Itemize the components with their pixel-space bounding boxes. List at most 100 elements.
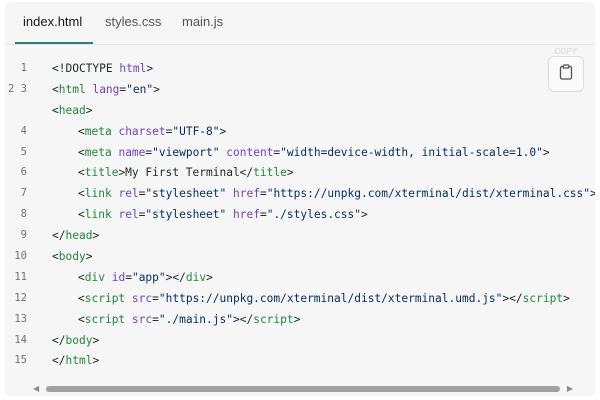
code-token: > <box>92 229 100 243</box>
scroll-right-icon[interactable]: ▶ <box>567 384 573 393</box>
code-token: html <box>119 62 147 75</box>
code-token: > <box>146 62 154 75</box>
line-number: 12 <box>14 291 27 304</box>
code-token: < <box>78 208 85 222</box>
line-number: 4 <box>20 124 27 137</box>
code-token: href <box>233 208 260 222</box>
scroll-left-icon[interactable]: ◀ <box>33 384 39 393</box>
code-token: link <box>84 187 112 201</box>
code-token: >My First Terminal</ <box>118 166 254 180</box>
code-token: > <box>563 291 570 305</box>
code-token: < <box>78 312 85 326</box>
code-token: content <box>226 145 274 159</box>
code-token: > <box>219 124 227 138</box>
code-token: = <box>259 187 267 201</box>
code-line: 1 <!DOCTYPE html> <box>5 60 595 81</box>
code-line: <head> <box>5 102 595 123</box>
code-token: script <box>253 312 294 326</box>
code-token: meta <box>84 145 112 159</box>
code-token: < <box>78 124 85 138</box>
code-token: "en" <box>126 82 154 96</box>
code-token: script <box>522 291 564 305</box>
code-token: title <box>84 166 119 180</box>
code-text: </html> <box>52 354 99 367</box>
code-text: <link rel="stylesheet" href="./styles.cs… <box>78 208 368 221</box>
code-token: </ <box>52 333 66 347</box>
code-line: 5 <meta name="viewport" content="width=de… <box>5 144 595 165</box>
code-token: src <box>131 291 153 305</box>
code-token: = <box>259 208 267 222</box>
code-token: "./styles.css" <box>266 208 361 222</box>
code-token: > <box>85 250 93 264</box>
code-token: > <box>590 187 595 201</box>
code-token: "width=device-width, initial-scale=1.0" <box>280 145 543 159</box>
code-text: </head> <box>52 229 99 242</box>
code-token: link <box>84 208 112 222</box>
code-text: <script src="./main.js"></script> <box>78 313 300 326</box>
code-token: > <box>92 354 100 368</box>
code-token: src <box>131 312 153 326</box>
code-token: <!DOCTYPE <box>52 62 120 75</box>
code-token: > <box>293 312 301 326</box>
code-token: "app" <box>131 270 166 284</box>
code-token: head <box>58 103 86 117</box>
code-token: div <box>185 270 207 284</box>
code-line: 6 <title>My First Terminal</title> <box>5 164 595 185</box>
code-token: id <box>111 270 126 284</box>
tab-styles-css[interactable]: styles.css <box>105 14 161 29</box>
code-text: </body> <box>52 334 99 347</box>
code-text: <div id="app"></div> <box>78 271 213 284</box>
line-number: 14 <box>14 333 27 346</box>
code-token: > <box>92 333 100 347</box>
code-token: < <box>78 145 85 159</box>
code-line: 9 </head> <box>5 227 595 248</box>
code-line: 7 <link rel="stylesheet" href="https://un… <box>5 185 595 206</box>
code-token: html <box>65 354 93 368</box>
code-text: <!DOCTYPE html> <box>52 62 153 75</box>
line-number: 10 <box>14 250 27 263</box>
tab-index-html[interactable]: index.html <box>23 14 82 29</box>
code-text: <script src="https://unpkg.com/xterminal… <box>78 292 570 305</box>
code-panel: index.html styles.css main.js COPY 1 <!DO… <box>5 2 595 396</box>
line-number: 5 <box>20 145 27 158</box>
code-token: "viewport" <box>152 145 220 159</box>
code-token: > <box>286 166 294 180</box>
code-token: < <box>78 187 85 201</box>
code-token: body <box>65 333 93 347</box>
active-tab-indicator <box>15 42 93 44</box>
code-token: > <box>361 208 368 222</box>
code-token: "https://unpkg.com/xterminal/dist/xtermi… <box>266 187 591 201</box>
code-token: div <box>84 270 105 284</box>
line-number: 2 3 <box>8 82 27 95</box>
code-token: > <box>206 270 213 284</box>
code-token: = <box>152 312 159 326</box>
code-line: 8 <link rel="stylesheet" href="./styles.c… <box>5 206 595 227</box>
code-token: "https://unpkg.com/xterminal/dist/xtermi… <box>158 291 503 305</box>
tab-main-js[interactable]: main.js <box>182 14 223 29</box>
line-number: 1 <box>20 62 27 74</box>
code-token: "UTF-8" <box>172 124 220 138</box>
code-token: title <box>253 166 287 180</box>
code-token: "stylesheet" <box>145 187 227 201</box>
code-line: 14 </body> <box>5 332 595 353</box>
code-block: 1 <!DOCTYPE html> 2 3 <html lang="en"> <head… <box>5 60 595 373</box>
code-token: "stylesheet" <box>145 208 227 222</box>
code-line: 12 <script src="https://unpkg.com/xtermin… <box>5 290 595 311</box>
line-number: 8 <box>20 208 27 221</box>
line-number: 11 <box>14 270 27 283</box>
code-token: < <box>52 250 59 264</box>
horizontal-scrollbar[interactable]: ◀ ▶ <box>33 383 573 395</box>
code-token: rel <box>118 187 139 201</box>
code-line: 15 </html> <box>5 352 595 373</box>
scrollbar-thumb[interactable] <box>46 386 560 392</box>
code-token: </ <box>52 354 66 368</box>
code-token: < <box>78 270 85 284</box>
copy-faint-label: COPY <box>554 47 577 56</box>
line-number: 9 <box>20 229 27 242</box>
code-token: = <box>125 270 132 284</box>
